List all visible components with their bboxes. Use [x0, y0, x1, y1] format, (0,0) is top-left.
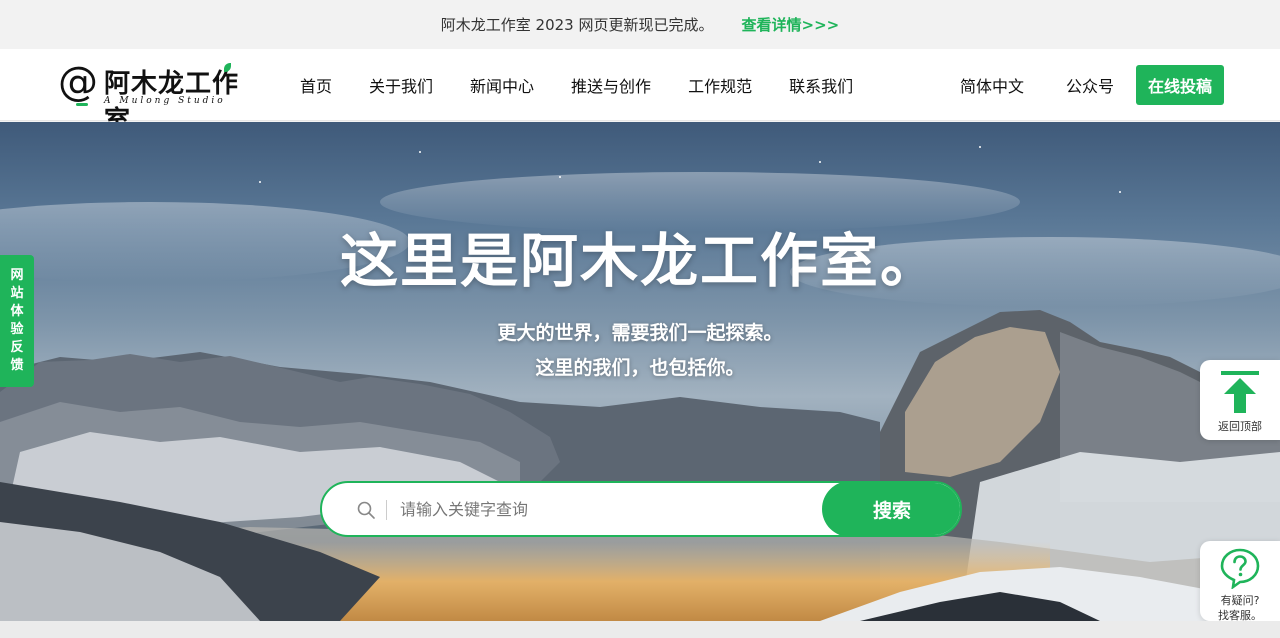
logo-subtitle: A Mulong Studio: [104, 96, 226, 106]
feedback-char: 验: [10, 322, 24, 337]
feedback-char: 反: [10, 340, 24, 355]
back-to-top-label: 返回顶部: [1218, 420, 1262, 433]
main-nav: 首页 关于我们 新闻中心 推送与创作 工作规范 联系我们: [300, 49, 890, 121]
header-right-nav: 简体中文 公众号: [960, 49, 1156, 121]
website-feedback-tab[interactable]: 网 站 体 验 反 馈: [0, 255, 34, 387]
nav-item-creation[interactable]: 推送与创作: [571, 73, 651, 97]
feedback-char: 站: [10, 286, 24, 301]
question-bubble-icon: [1220, 548, 1260, 590]
search-button[interactable]: 搜索: [822, 483, 960, 535]
page-bottom-strip: [0, 621, 1280, 638]
language-switch[interactable]: 简体中文: [960, 73, 1024, 97]
nav-item-guidelines[interactable]: 工作规范: [688, 73, 752, 97]
feedback-char: 网: [10, 268, 24, 283]
nav-item-news[interactable]: 新闻中心: [470, 73, 534, 97]
announcement-bar: 阿木龙工作室 2023 网页更新现已完成。 查看详情>>>: [0, 0, 1280, 49]
help-label-line1: 有疑问?: [1220, 594, 1260, 607]
search-icon: [357, 501, 375, 519]
arrow-up-icon: [1221, 371, 1259, 413]
site-logo[interactable]: @ 阿木龙工作室 A Mulong Studio: [58, 59, 258, 136]
hero-subtitle-2: 这里的我们，也包括你。: [535, 357, 745, 379]
search-divider: [386, 500, 387, 520]
search-bar: 搜索: [320, 481, 962, 537]
announcement-text: 阿木龙工作室 2023 网页更新现已完成。: [440, 16, 714, 34]
online-submit-button[interactable]: 在线投稿: [1136, 65, 1224, 105]
nav-item-contact[interactable]: 联系我们: [789, 73, 853, 97]
nav-item-about[interactable]: 关于我们: [369, 73, 433, 97]
feedback-char: 馈: [10, 358, 24, 373]
customer-service-button[interactable]: 有疑问? 找客服。: [1200, 541, 1280, 622]
announcement-details-link[interactable]: 查看详情>>>: [742, 14, 840, 35]
hero-subtitle-1: 更大的世界，需要我们一起探索。: [497, 322, 783, 344]
site-header: @ 阿木龙工作室 A Mulong Studio 首页 关于我们 新闻中心 推送…: [0, 49, 1280, 136]
official-account-link[interactable]: 公众号: [1066, 73, 1114, 97]
search-input[interactable]: [400, 483, 820, 535]
logo-at-symbol: @: [58, 59, 98, 105]
nav-item-home[interactable]: 首页: [300, 73, 332, 97]
hero-headline: 这里是阿木龙工作室。: [339, 227, 940, 295]
logo-accent-dash: [76, 103, 88, 106]
feedback-char: 体: [10, 304, 24, 319]
back-to-top-button[interactable]: 返回顶部: [1200, 360, 1280, 440]
hero-banner: 这里是阿木龙工作室。 更大的世界，需要我们一起探索。 这里的我们，也包括你。 搜…: [0, 122, 1280, 621]
